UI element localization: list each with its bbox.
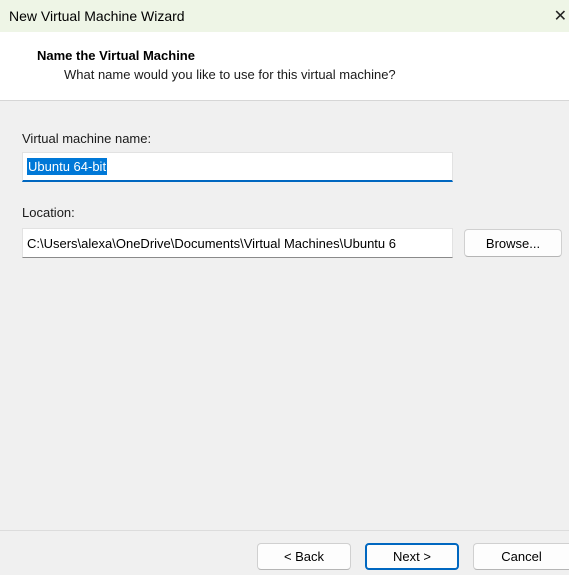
vm-name-value: Ubuntu 64-bit [27, 158, 108, 175]
location-input[interactable]: C:\Users\alexa\OneDrive\Documents\Virtua… [22, 228, 453, 258]
location-label: Location: [22, 205, 75, 220]
vm-name-label: Virtual machine name: [22, 131, 152, 146]
header-divider [0, 100, 569, 101]
location-value: C:\Users\alexa\OneDrive\Documents\Virtua… [27, 235, 396, 251]
window-title: New Virtual Machine Wizard [9, 8, 185, 24]
cancel-button[interactable]: Cancel [473, 543, 569, 570]
page-title: Name the Virtual Machine [37, 48, 195, 63]
wizard-header: Name the Virtual Machine What name would… [0, 32, 569, 100]
close-button[interactable]: ✕ [535, 0, 569, 32]
vm-name-input[interactable]: Ubuntu 64-bit [22, 152, 453, 182]
close-icon: ✕ [553, 8, 567, 25]
page-subtitle: What name would you like to use for this… [64, 67, 396, 82]
back-button[interactable]: < Back [257, 543, 351, 570]
footer-divider [0, 530, 569, 531]
browse-button[interactable]: Browse... [464, 229, 562, 257]
wizard-window: New Virtual Machine Wizard ✕ Name the Vi… [0, 0, 569, 575]
title-bar: New Virtual Machine Wizard ✕ [0, 0, 569, 32]
next-button[interactable]: Next > [365, 543, 459, 570]
